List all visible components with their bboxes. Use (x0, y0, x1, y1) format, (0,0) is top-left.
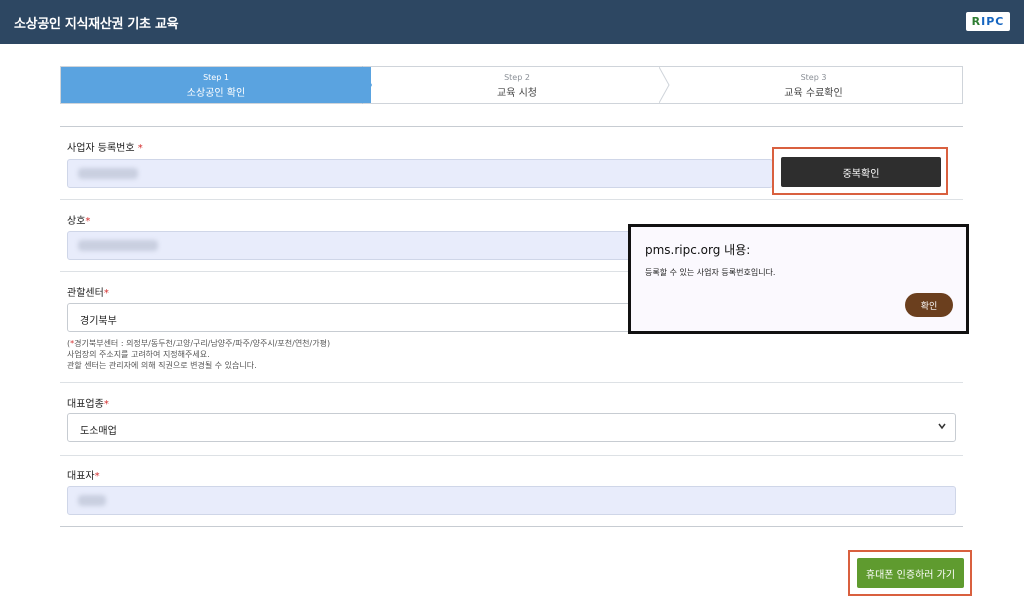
industry-select[interactable]: 도소매업 (67, 413, 956, 442)
divider (60, 382, 963, 383)
biz-number-input[interactable] (67, 159, 773, 188)
form-bottom-border (60, 526, 963, 527)
center-value: 경기북부 (80, 316, 117, 327)
masked-value (78, 240, 158, 251)
step-2-label: 교육 시청 (497, 88, 537, 99)
representative-input[interactable] (67, 486, 956, 515)
form-top-border (60, 126, 963, 127)
chevron-down-icon (938, 423, 946, 430)
divider (60, 199, 963, 200)
logo-letters-ipc: IPC (981, 15, 1005, 28)
dialog-body: pms.ripc.org 내용: 등록할 수 있는 사업자 등록번호입니다. 확… (631, 227, 966, 331)
step-3-label: 교육 수료확인 (784, 88, 843, 99)
step-1: Step 1 소상공인 확인 (61, 67, 371, 103)
masked-value (78, 168, 138, 179)
step-3-number: Step 3 (800, 73, 827, 82)
step-1-number: Step 1 (203, 73, 229, 82)
representative-label: 대표자* (67, 471, 100, 482)
center-hint: (*경기북부센터 : 의정부/동두천/고양/구리/남양주/파주/양주시/포천/연… (67, 339, 331, 370)
dialog-ok-button[interactable]: 확인 (905, 293, 953, 317)
step-2-number: Step 2 (504, 73, 530, 82)
app-header: 소상공인 지식재산권 기초 교육 R IPC (0, 0, 1024, 44)
dialog-message: 등록할 수 있는 사업자 등록번호입니다. (645, 268, 776, 277)
industry-label: 대표업종* (67, 399, 109, 410)
ripc-logo: R IPC (966, 12, 1010, 31)
step-1-label: 소상공인 확인 (186, 88, 246, 99)
dup-check-button[interactable]: 중복확인 (781, 157, 941, 187)
alert-dialog: pms.ripc.org 내용: 등록할 수 있는 사업자 등록번호입니다. 확… (628, 224, 969, 334)
step-indicator: Step 1 소상공인 확인 Step 2 교육 시청 Step 3 교육 수료… (60, 66, 963, 104)
divider (60, 455, 963, 456)
logo-letter-r: R (971, 15, 982, 28)
phone-verify-button[interactable]: 휴대폰 인증하러 가기 (857, 558, 964, 588)
step-3: Step 3 교육 수료확인 (663, 67, 964, 103)
center-label: 관할센터* (67, 288, 109, 299)
industry-value: 도소매업 (80, 426, 117, 437)
step-2: Step 2 교육 시청 (371, 67, 663, 103)
page-title: 소상공인 지식재산권 기초 교육 (14, 17, 179, 32)
biz-number-label: 사업자 등록번호 * (67, 143, 143, 154)
dialog-title: pms.ripc.org 내용: (645, 243, 751, 257)
masked-value (78, 495, 106, 506)
company-label: 상호* (67, 216, 91, 227)
